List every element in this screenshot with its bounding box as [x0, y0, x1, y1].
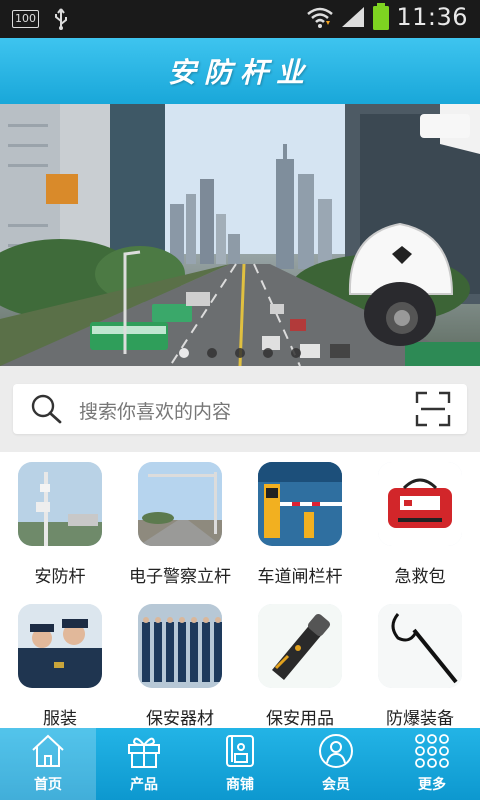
nav-label: 首页: [34, 777, 62, 793]
category-item[interactable]: 安防杆: [0, 452, 120, 590]
category-label: 服装: [43, 709, 77, 729]
category-label: 电子警察立杆: [129, 567, 231, 587]
nav-label: 商铺: [226, 777, 254, 793]
category-label: 急救包: [394, 567, 446, 587]
category-thumbnail: [258, 462, 342, 546]
bottom-nav: 首页 产品 商铺 会员 更多: [0, 728, 480, 800]
usb-icon: [55, 8, 67, 30]
carousel-dot[interactable]: [207, 348, 217, 358]
shop-icon: [226, 735, 254, 767]
search-icon: [31, 394, 62, 424]
carousel-dot[interactable]: [263, 348, 273, 358]
category-item[interactable]: 保安用品: [240, 594, 360, 732]
category-item[interactable]: 保安器材: [120, 594, 240, 732]
category-label: 安防杆: [34, 567, 86, 587]
status-bar: 100 11:36: [0, 0, 480, 38]
nav-member[interactable]: 会员: [288, 728, 384, 800]
category-thumbnail: [18, 462, 102, 546]
category-grid: 安防杆 电子警察立杆 车道闸栏杆 急救包 服装 保安器材 保安用品 防爆装备: [0, 452, 480, 729]
carousel-dot[interactable]: [291, 348, 301, 358]
nav-more[interactable]: 更多: [384, 728, 480, 800]
category-thumbnail: [138, 604, 222, 688]
battery-icon: [373, 3, 390, 30]
category-item[interactable]: 急救包: [360, 452, 480, 590]
search-input[interactable]: 搜索你喜欢的内容: [13, 384, 467, 434]
category-item[interactable]: 电子警察立杆: [120, 452, 240, 590]
category-label: 车道闸栏杆: [257, 567, 343, 587]
category-thumbnail: [138, 462, 222, 546]
carousel-indicators: [0, 348, 480, 358]
nav-label: 更多: [418, 777, 446, 793]
search-section: 搜索你喜欢的内容: [0, 366, 480, 452]
search-placeholder: 搜索你喜欢的内容: [79, 401, 232, 423]
category-thumbnail: [258, 604, 342, 688]
category-thumbnail: [378, 462, 462, 546]
signal-icon: [342, 7, 365, 27]
home-icon: [32, 734, 64, 767]
category-thumbnail: [18, 604, 102, 688]
category-item[interactable]: 服装: [0, 594, 120, 732]
carousel-dot[interactable]: [235, 348, 245, 358]
member-icon: [319, 734, 353, 768]
battery-percent-badge: 100: [12, 10, 39, 28]
gift-icon: [128, 737, 160, 768]
category-item[interactable]: 车道闸栏杆: [240, 452, 360, 590]
nav-label: 会员: [322, 777, 350, 793]
clock: 11:36: [396, 3, 468, 31]
wifi-icon: [307, 7, 334, 28]
category-item[interactable]: 防爆装备: [360, 594, 480, 732]
app-header: 安防杆业: [0, 38, 480, 104]
nav-products[interactable]: 产品: [96, 728, 192, 800]
page-title: 安防杆业: [167, 56, 312, 89]
category-label: 保安用品: [266, 709, 334, 729]
carousel-dot[interactable]: [179, 348, 189, 358]
nav-label: 产品: [130, 777, 158, 793]
category-label: 防爆装备: [386, 709, 454, 729]
banner-image: [0, 104, 480, 366]
banner-carousel[interactable]: [0, 104, 480, 366]
nav-shop[interactable]: 商铺: [192, 728, 288, 800]
scan-icon[interactable]: [415, 391, 451, 427]
category-thumbnail: [378, 604, 462, 688]
nav-home[interactable]: 首页: [0, 728, 96, 800]
category-label: 保安器材: [146, 709, 214, 729]
more-grid-icon: [415, 734, 449, 768]
